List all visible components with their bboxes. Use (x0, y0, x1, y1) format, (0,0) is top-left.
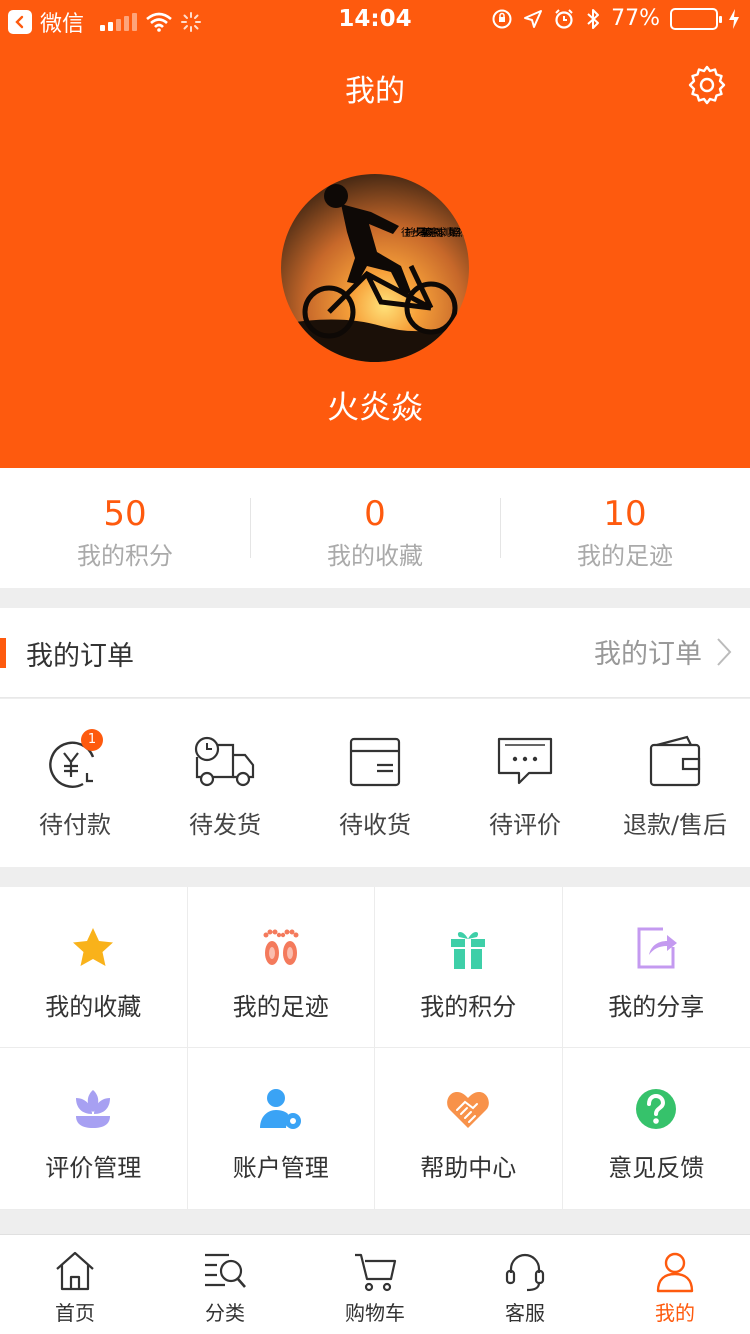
status-right: 77% (491, 6, 740, 31)
stat-label: 我的收藏 (327, 542, 423, 570)
footprint-icon (263, 929, 299, 965)
grid-points[interactable]: 我的积分 (375, 887, 563, 1048)
grid-share[interactable]: 我的分享 (562, 887, 750, 1048)
grid-label: 意见反馈 (608, 1154, 705, 1182)
tab-label: 购物车 (345, 1301, 405, 1325)
profile-icon (656, 1252, 694, 1293)
tab-label: 客服 (505, 1301, 545, 1325)
battery-icon (670, 7, 722, 30)
star-icon (73, 928, 114, 966)
all-orders-link[interactable]: 我的订单 (594, 632, 732, 671)
stat-value: 50 (103, 494, 147, 534)
stat-value: 0 (364, 494, 386, 534)
grid-label: 我的收藏 (45, 993, 142, 1021)
tab-mine[interactable]: 我的 (600, 1235, 750, 1334)
username: 火炎焱 (326, 388, 423, 426)
stat-points[interactable]: 50 我的积分 (0, 468, 250, 588)
tab-cart[interactable]: 购物车 (300, 1235, 450, 1334)
grid-review-management[interactable]: 评价管理 (0, 1048, 188, 1210)
orders-accent-bar (0, 638, 6, 668)
tab-bar: 首页 分类 购物车 客服 我的 (0, 1234, 750, 1334)
grid-label: 我的积分 (420, 993, 517, 1021)
status-bar: 微信 14:04 77% (0, 0, 750, 40)
order-pending-shipment[interactable]: 待发货 (150, 699, 300, 867)
tab-label: 我的 (655, 1301, 695, 1325)
order-pending-receipt[interactable]: 待收货 (300, 699, 450, 867)
profile-page: 微信 14:04 77% 我的 往前一步是幸福 / 不用刻意强求，顺其自然 火炎… (0, 0, 750, 1334)
grid-account-management[interactable]: 账户管理 (187, 1048, 375, 1210)
stat-value: 10 (603, 494, 647, 534)
orders-header: 我的订单 我的订单 (0, 608, 750, 698)
order-pending-review[interactable]: 待评价 (450, 699, 600, 867)
bluetooth-icon (587, 8, 600, 29)
stat-label: 我的积分 (77, 542, 173, 570)
order-badge: 1 (81, 729, 103, 751)
battery-percent: 77% (611, 6, 660, 31)
stat-footprints[interactable]: 10 我的足迹 (500, 468, 750, 588)
pending-shipment-icon (193, 735, 257, 791)
cart-icon (355, 1253, 397, 1292)
profile-header: 微信 14:04 77% 我的 往前一步是幸福 / 不用刻意强求，顺其自然 火炎… (0, 0, 750, 468)
stat-favorites[interactable]: 0 我的收藏 (250, 468, 500, 588)
tab-service[interactable]: 客服 (450, 1235, 600, 1334)
order-label: 待收货 (339, 811, 411, 839)
tab-label: 分类 (205, 1301, 245, 1325)
grid-help-center[interactable]: 帮助中心 (375, 1048, 563, 1210)
orders-title: 我的订单 (26, 641, 134, 672)
services-grid: 我的收藏 我的足迹 我的积分 我的分享 评价管理 账户管理 帮助中心 意见反馈 (0, 887, 750, 1210)
pending-review-icon (493, 735, 557, 791)
pending-payment-icon: 1 (43, 729, 107, 791)
category-search-icon (205, 1253, 246, 1288)
alarm-icon (555, 8, 573, 29)
order-label: 待评价 (489, 811, 561, 839)
order-refund[interactable]: 退款/售后 (600, 699, 750, 867)
flower-icon (76, 1090, 111, 1128)
grid-label: 评价管理 (45, 1154, 142, 1182)
tab-label: 首页 (55, 1301, 95, 1325)
grid-label: 帮助中心 (420, 1154, 517, 1182)
handshake-heart-icon (447, 1092, 490, 1128)
rotation-lock-icon (492, 9, 512, 28)
location-icon (524, 9, 543, 28)
grid-feedback[interactable]: 意见反馈 (562, 1048, 750, 1210)
share-icon (637, 927, 678, 969)
home-icon (56, 1251, 94, 1291)
settings-gear-icon[interactable] (686, 64, 728, 106)
stat-label: 我的足迹 (577, 542, 673, 570)
order-label: 待发货 (189, 811, 261, 839)
chevron-right-icon (717, 637, 732, 666)
stats-row: 50 我的积分 0 我的收藏 10 我的足迹 (0, 468, 750, 588)
user-settings-icon (259, 1089, 301, 1129)
grid-favorites[interactable]: 我的收藏 (0, 887, 188, 1048)
grid-footprints[interactable]: 我的足迹 (187, 887, 375, 1048)
charging-icon (729, 8, 739, 29)
headset-icon (505, 1253, 545, 1292)
avatar-caption: 往前一步是幸福 / 不用刻意强求，顺其自然 (401, 226, 465, 239)
order-pending-payment[interactable]: 1 待付款 (0, 699, 150, 867)
order-label: 退款/售后 (622, 811, 728, 839)
order-label: 待付款 (39, 811, 111, 839)
grid-label: 我的分享 (608, 993, 705, 1021)
avatar[interactable]: 往前一步是幸福 / 不用刻意强求，顺其自然 (281, 174, 469, 362)
tab-category[interactable]: 分类 (150, 1235, 300, 1334)
order-status-row: 1 待付款 待发货 待收货 待评价 退款/售后 (0, 699, 750, 867)
all-orders-label: 我的订单 (594, 639, 702, 670)
question-icon (636, 1089, 677, 1129)
grid-label: 我的足迹 (232, 993, 329, 1021)
pending-receipt-icon (343, 735, 407, 791)
tab-home[interactable]: 首页 (0, 1235, 150, 1334)
gift-icon (451, 932, 486, 969)
grid-label: 账户管理 (232, 1154, 329, 1182)
page-title: 我的 (345, 74, 405, 109)
refund-wallet-icon (643, 735, 707, 791)
